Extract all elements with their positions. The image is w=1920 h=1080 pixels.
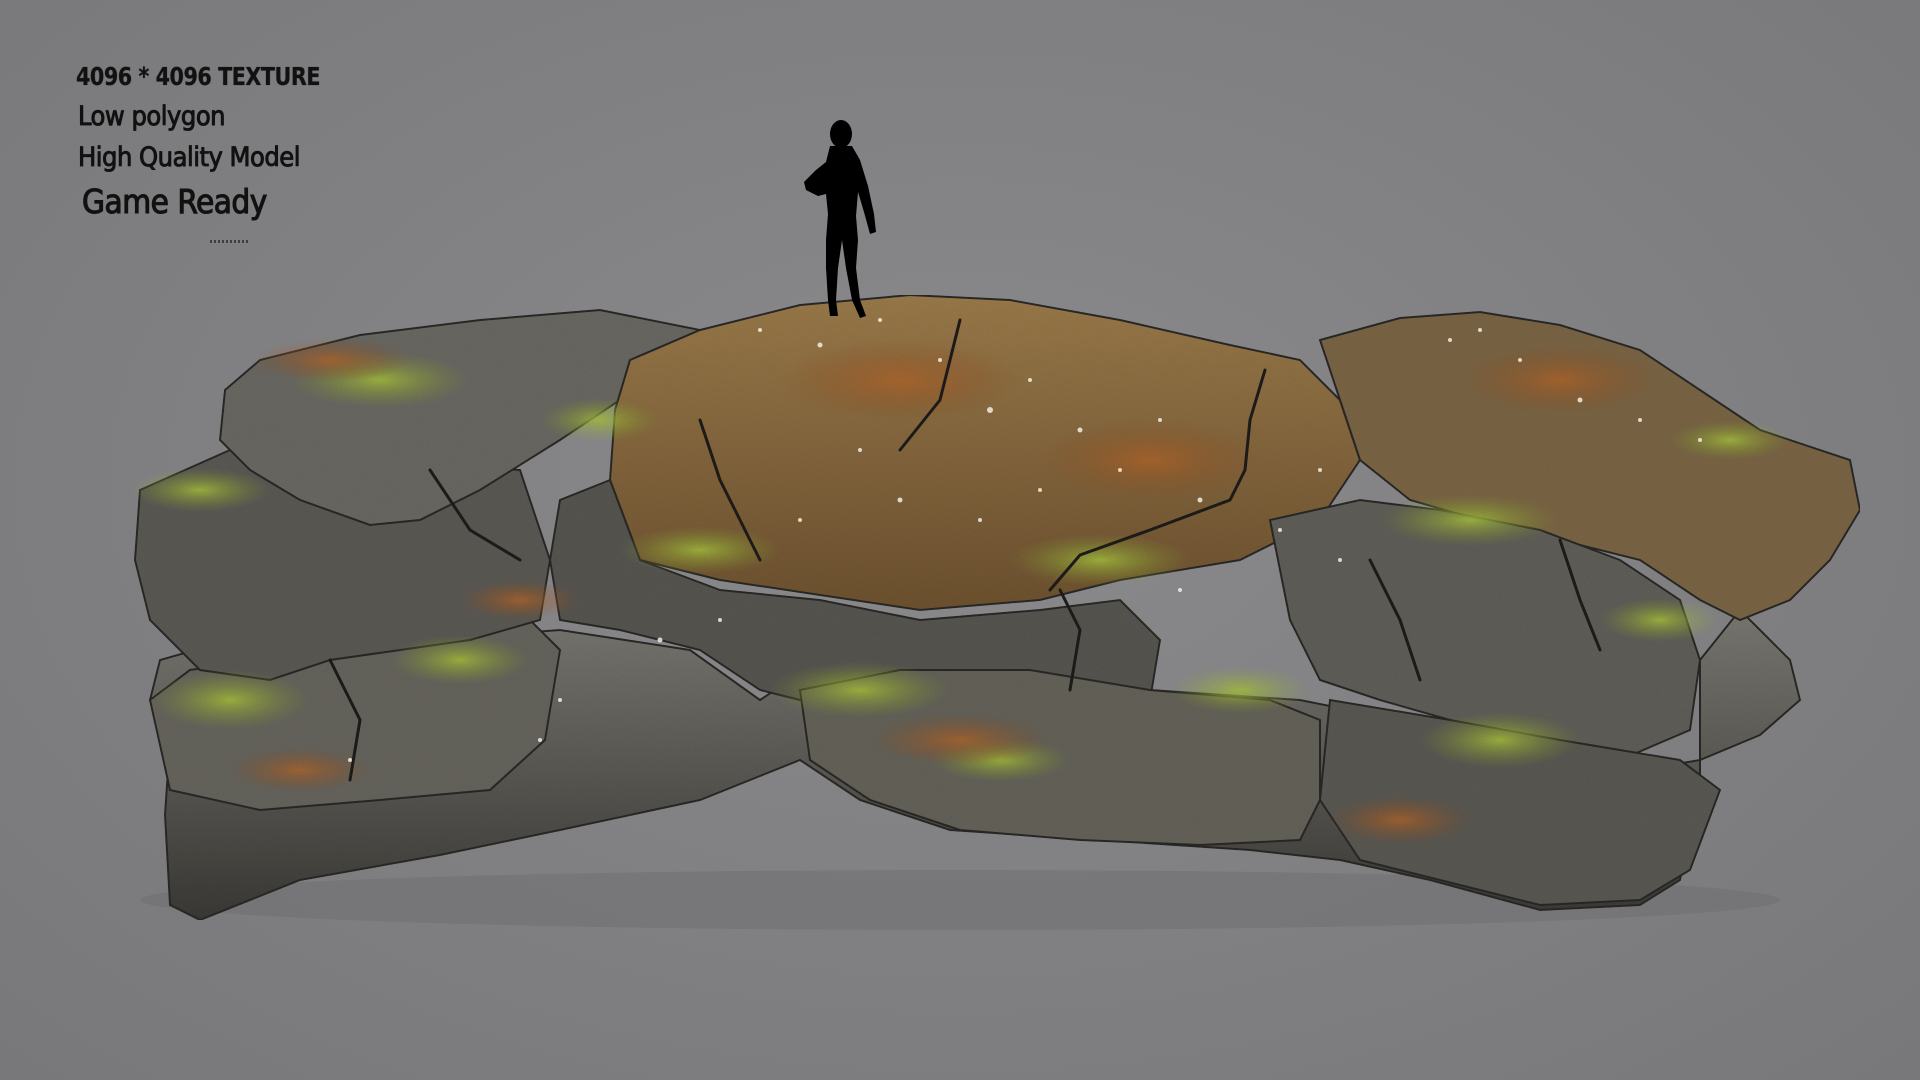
rust-patch xyxy=(250,338,410,382)
rust-patch xyxy=(1330,796,1470,844)
moss-patch xyxy=(150,670,310,730)
human-silhouette xyxy=(804,120,876,318)
rust-patch xyxy=(1040,420,1260,500)
watermark-mark xyxy=(210,240,248,243)
moss-patch xyxy=(770,662,950,718)
rust-patch xyxy=(780,340,1020,420)
rust-patch xyxy=(230,748,370,792)
high-quality-label: High Quality Model xyxy=(78,142,301,173)
game-ready-label: Game Ready xyxy=(81,182,267,221)
moss-patch xyxy=(540,398,660,442)
moss-patch xyxy=(1380,494,1560,546)
render-viewport: 4096 * 4096 TEXTURE Low polygon High Qua… xyxy=(0,0,1920,1080)
rust-patch xyxy=(1460,345,1660,415)
moss-patch xyxy=(1170,666,1310,714)
moss-patch xyxy=(1420,712,1580,768)
rock-body xyxy=(130,293,1862,922)
low-polygon-label: Low polygon xyxy=(78,101,226,132)
moss-patch xyxy=(1010,534,1190,586)
rust-patch xyxy=(460,580,580,620)
moss-patch xyxy=(1600,598,1720,642)
moss-patch xyxy=(1670,420,1790,460)
moss-patch xyxy=(390,635,530,685)
moss-patch xyxy=(130,468,270,512)
texture-resolution-label: 4096 * 4096 TEXTURE xyxy=(76,62,321,91)
model-feature-list: 4096 * 4096 TEXTURE Low polygon High Qua… xyxy=(76,62,341,221)
rust-patch xyxy=(870,714,1050,766)
